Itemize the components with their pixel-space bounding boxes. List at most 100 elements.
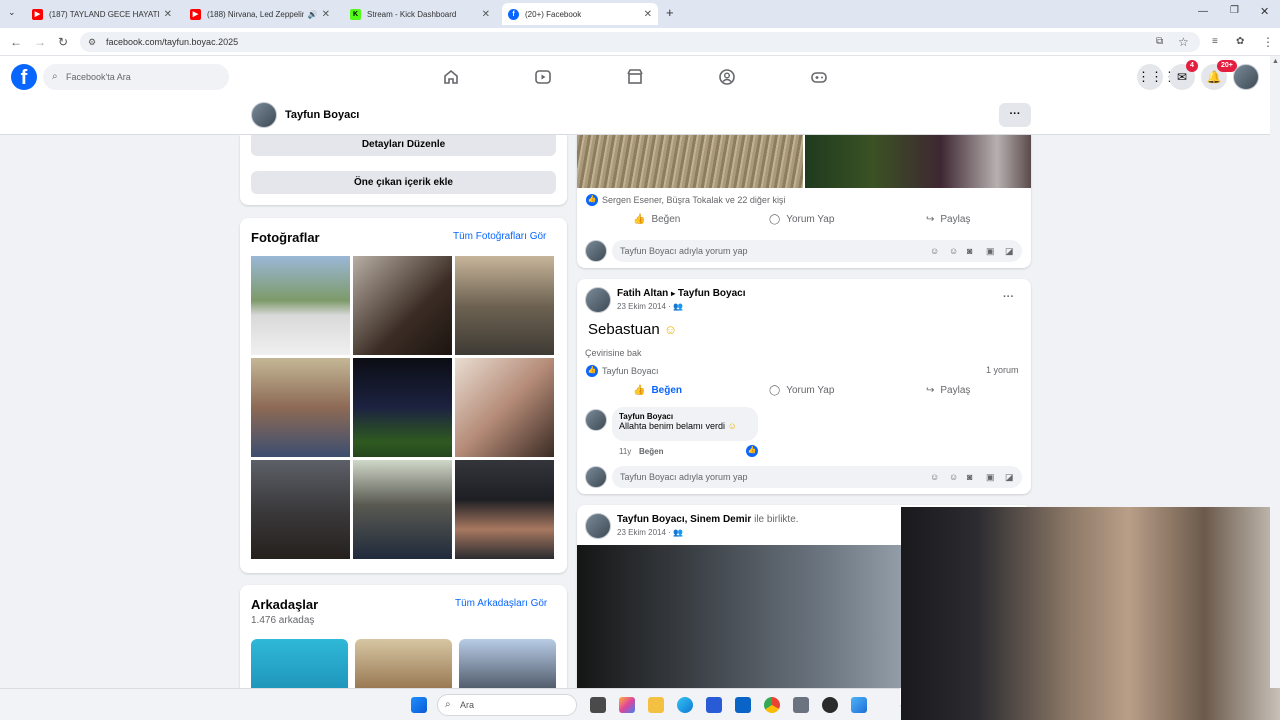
install-app-icon[interactable]: ⧉ <box>1156 34 1163 50</box>
author-avatar[interactable] <box>585 513 611 539</box>
photo-thumbnail[interactable] <box>455 256 554 355</box>
photo-thumbnail[interactable] <box>455 460 554 559</box>
forward-icon[interactable]: → <box>34 34 46 50</box>
reaction-names[interactable]: Tayfun Boyacı <box>602 366 659 376</box>
sticker-icon[interactable]: ◪ <box>1005 466 1014 488</box>
post-date[interactable]: 23 Ekim 2014 · 👥 <box>617 302 683 311</box>
media-controls-icon[interactable]: ≡ <box>1212 34 1218 50</box>
post-date[interactable]: 23 Ekim 2014 · 👥 <box>617 528 683 537</box>
gaming-icon[interactable] <box>810 68 828 86</box>
site-info-icon[interactable]: ⚙ <box>88 32 96 52</box>
speaker-icon[interactable]: 🔊 <box>308 10 318 19</box>
extension-icon[interactable]: ✿ <box>1236 34 1244 50</box>
avatar-sticker-icon[interactable]: ☺ <box>930 466 939 488</box>
comment-input[interactable]: Tayfun Boyacı adıyla yorum yap ☺ ☺ ◙ ▣ ◪ <box>612 466 1022 488</box>
camera-icon[interactable]: ◙ <box>967 240 972 262</box>
photo-thumbnail[interactable] <box>251 256 350 355</box>
close-tab-icon[interactable]: ✕ <box>644 9 652 20</box>
comment-time[interactable]: 11y <box>619 447 631 456</box>
taskbar-search-input[interactable]: ⌕ Ara <box>437 694 577 716</box>
photo-thumbnail[interactable] <box>353 256 452 355</box>
facebook-logo-icon[interactable]: f <box>11 64 37 90</box>
task-view-icon[interactable] <box>590 697 606 713</box>
comment-input[interactable]: Tayfun Boyacı adıyla yorum yap ☺ ☺ ◙ ▣ ◪ <box>612 240 1022 262</box>
groups-icon[interactable] <box>718 68 736 86</box>
home-icon[interactable] <box>442 68 460 86</box>
profile-name[interactable]: Tayfun Boyacı <box>285 109 359 121</box>
like-button[interactable]: 👍 Beğen <box>633 385 682 396</box>
chrome-icon[interactable] <box>764 697 780 713</box>
author-avatar[interactable] <box>585 287 611 313</box>
add-featured-button[interactable]: Öne çıkan içerik ekle <box>251 171 556 194</box>
target-name[interactable]: Tayfun Boyacı <box>678 288 746 299</box>
photo-thumbnail[interactable] <box>353 460 452 559</box>
edit-details-button[interactable]: Detayları Düzenle <box>251 135 556 156</box>
browser-tab-4[interactable]: f (20+) Facebook ✕ <box>502 3 658 25</box>
facebook-search-input[interactable]: ⌕ Facebook'ta Ara <box>43 64 229 90</box>
share-button[interactable]: ↪ Paylaş <box>926 385 970 396</box>
comment-like-link[interactable]: Beğen <box>639 447 663 456</box>
obs-icon[interactable] <box>822 697 838 713</box>
tab-list-chevron-icon[interactable]: ⌄ <box>8 7 16 18</box>
camera-icon[interactable]: ◙ <box>967 466 972 488</box>
browser-tab-2[interactable]: ▶ (188) Nirvana, Led Zeppelin 🔊 ✕ <box>184 3 336 25</box>
profile-avatar[interactable] <box>251 102 277 128</box>
commenter-avatar[interactable] <box>585 466 607 488</box>
outlook-icon[interactable] <box>735 697 751 713</box>
copilot-icon[interactable] <box>619 697 635 713</box>
comment-count[interactable]: 1 yorum <box>986 365 1019 375</box>
photo-thumbnail[interactable] <box>251 358 350 457</box>
photo-thumbnail[interactable] <box>455 358 554 457</box>
close-tab-icon[interactable]: ✕ <box>164 9 172 20</box>
see-translation-link[interactable]: Çevirisine bak <box>585 348 642 358</box>
photo-thumbnail[interactable] <box>251 460 350 559</box>
tagged-name[interactable]: Sinem Demir <box>690 514 751 525</box>
close-tab-icon[interactable]: ✕ <box>482 9 490 20</box>
emoji-icon[interactable]: ☺ <box>949 240 958 262</box>
minimize-button[interactable]: — <box>1198 6 1208 17</box>
commenter-avatar[interactable] <box>585 240 607 262</box>
comment-author[interactable]: Tayfun Boyacı <box>619 412 751 421</box>
browser-tab-1[interactable]: ▶ (187) TAYLAND GECE HAYATI - ✕ <box>26 3 178 25</box>
maximize-button[interactable]: ❐ <box>1230 5 1239 16</box>
bookmark-star-icon[interactable]: ☆ <box>1178 34 1189 50</box>
author-name[interactable]: Tayfun Boyacı <box>617 514 685 525</box>
comment-button[interactable]: ◯ Yorum Yap <box>769 385 834 396</box>
post-photo[interactable] <box>805 135 1031 188</box>
sticker-icon[interactable]: ◪ <box>1005 240 1014 262</box>
close-tab-icon[interactable]: ✕ <box>322 9 330 20</box>
url-field[interactable]: ⚙ facebook.com/tayfun.boyac.2025 <box>80 32 1200 52</box>
file-explorer-icon[interactable] <box>648 697 664 713</box>
post-options-icon[interactable]: ··· <box>1003 291 1014 303</box>
like-button[interactable]: 👍 Beğen <box>633 214 680 225</box>
author-name[interactable]: Fatih Altan <box>617 288 668 299</box>
marketplace-icon[interactable] <box>626 68 644 86</box>
avatar-sticker-icon[interactable]: ☺ <box>930 240 939 262</box>
photos-title[interactable]: Fotoğraflar <box>251 230 320 245</box>
windows-start-icon[interactable] <box>411 697 427 713</box>
photo-thumbnail[interactable] <box>353 358 452 457</box>
commenter-avatar[interactable] <box>585 409 607 431</box>
photos-app-icon[interactable] <box>851 697 867 713</box>
video-icon[interactable] <box>534 68 552 86</box>
new-tab-button[interactable]: + <box>666 5 674 20</box>
comment-button[interactable]: ◯ Yorum Yap <box>769 214 834 225</box>
menu-grid-button[interactable]: ⋮⋮⋮ <box>1137 64 1176 90</box>
store-icon[interactable] <box>706 697 722 713</box>
post-photo[interactable] <box>577 135 803 188</box>
browser-menu-icon[interactable]: ⋮ <box>1262 34 1274 50</box>
back-icon[interactable]: ← <box>10 34 22 50</box>
friends-title[interactable]: Arkadaşlar <box>251 597 318 612</box>
account-avatar[interactable] <box>1233 64 1259 90</box>
gif-icon[interactable]: ▣ <box>986 466 995 488</box>
reaction-names[interactable]: Sergen Esener, Büşra Tokalak ve 22 diğer… <box>602 195 785 205</box>
reload-icon[interactable]: ↻ <box>58 34 68 50</box>
see-all-photos-link[interactable]: Tüm Fotoğrafları Gör <box>453 231 546 242</box>
profile-more-button[interactable]: ··· <box>999 103 1031 127</box>
share-button[interactable]: ↪ Paylaş <box>926 214 970 225</box>
scroll-up-icon[interactable]: ▲ <box>1272 58 1279 65</box>
gif-icon[interactable]: ▣ <box>986 240 995 262</box>
calculator-icon[interactable] <box>793 697 809 713</box>
page-scrollbar[interactable]: ▲ <box>1270 56 1280 688</box>
close-window-button[interactable]: ✕ <box>1260 5 1269 18</box>
